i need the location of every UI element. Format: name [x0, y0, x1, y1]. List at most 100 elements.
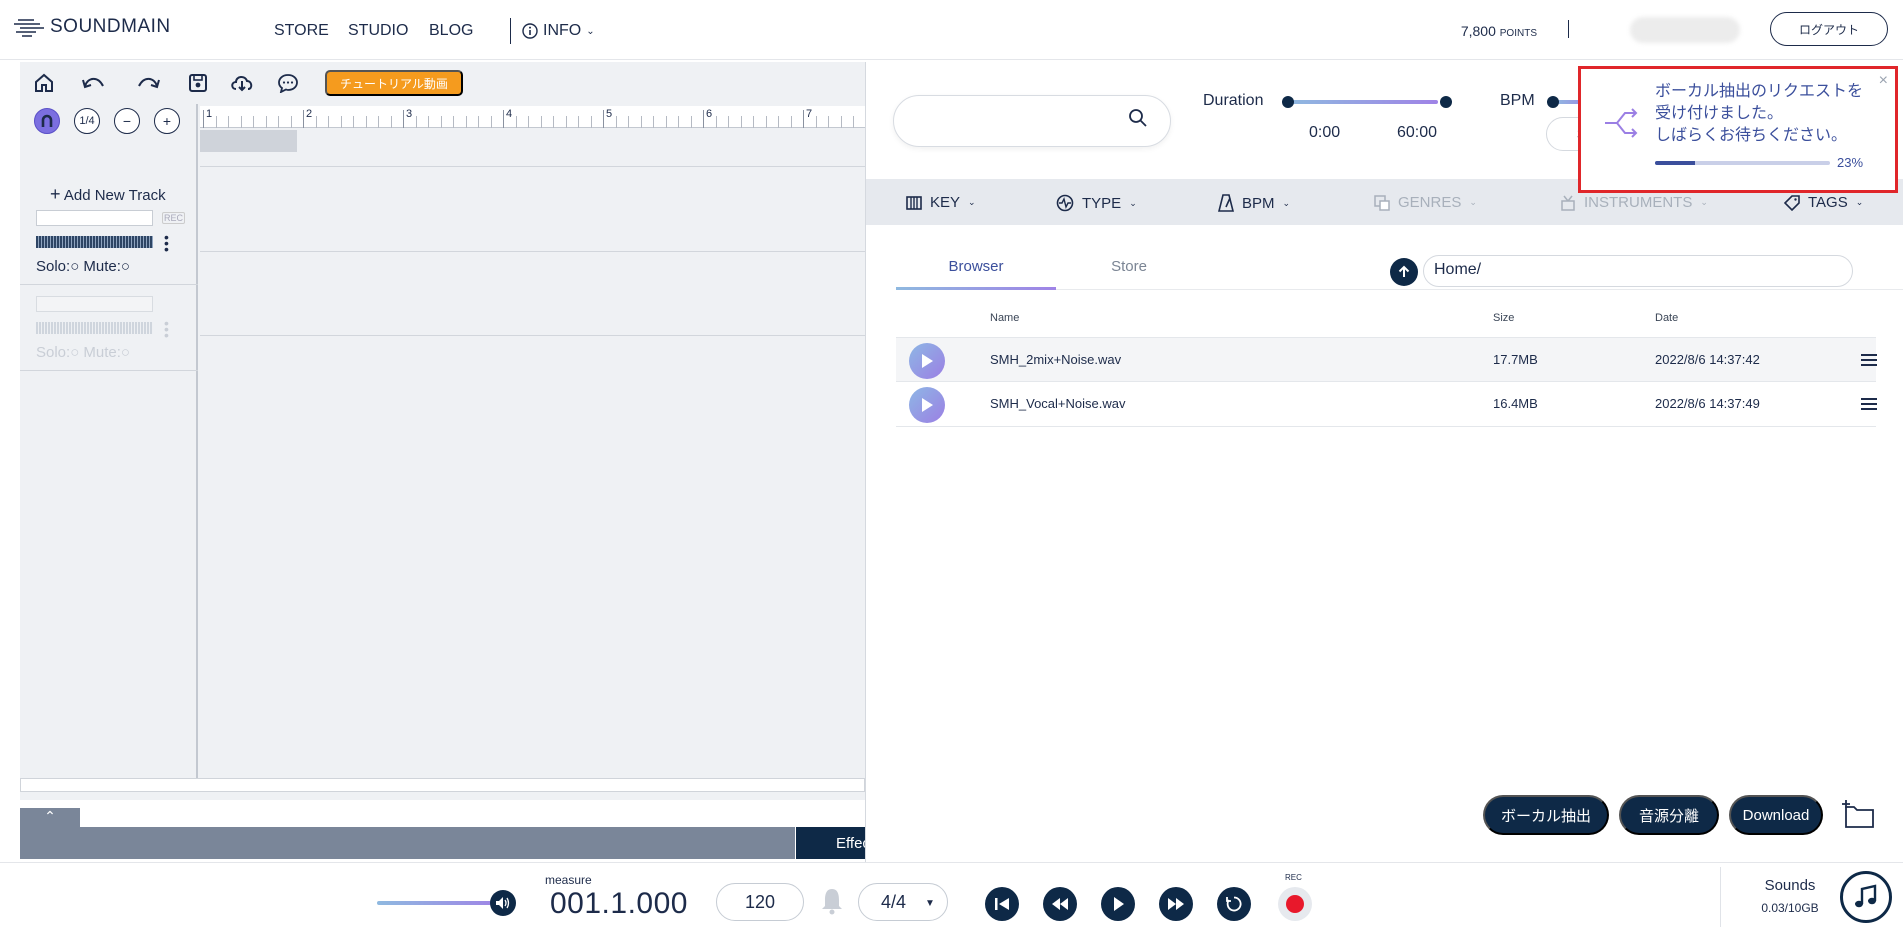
filter-tags[interactable]: TAGS ⌄	[1784, 194, 1863, 211]
tempo-input[interactable]: 120	[716, 883, 804, 921]
home-icon[interactable]	[30, 70, 58, 96]
new-folder-icon[interactable]	[1840, 799, 1876, 829]
speaker-icon	[496, 897, 510, 909]
track-name-field[interactable]	[36, 296, 153, 312]
ruler-sub-tick	[765, 116, 767, 128]
nav-info-dropdown[interactable]: INFO ⌄	[522, 22, 595, 40]
ruler-sub-tick	[690, 116, 692, 128]
row-menu-icon[interactable]	[1861, 398, 1877, 413]
chevron-down-icon: ⌄	[1700, 197, 1708, 207]
path-field[interactable]: Home/	[1423, 255, 1853, 287]
metronome-bell-icon[interactable]	[820, 887, 844, 915]
download-button[interactable]: Download	[1729, 795, 1823, 835]
file-row[interactable]: SMH_2mix+Noise.wav 17.7MB 2022/8/6 14:37…	[896, 337, 1877, 382]
ruler-sub-tick	[728, 116, 729, 128]
timeline-ruler[interactable]: 1 2 3 4 5 6 7	[200, 106, 865, 128]
skip-start-button[interactable]	[985, 887, 1019, 921]
filter-instruments[interactable]: INSTRUMENTS ⌄	[1560, 194, 1708, 211]
vocal-extract-button[interactable]: ボーカル抽出	[1483, 795, 1609, 835]
tab-browser[interactable]: Browser	[896, 258, 1056, 275]
record-button[interactable]	[1278, 887, 1312, 921]
filter-key[interactable]: KEY ⌄	[906, 194, 976, 211]
play-icon	[922, 354, 933, 368]
bpm-label: BPM	[1500, 92, 1535, 109]
search-icon[interactable]	[1128, 108, 1148, 128]
loop-button[interactable]	[1217, 887, 1251, 921]
track-2-lane[interactable]	[200, 252, 865, 336]
row-menu-icon[interactable]	[1861, 354, 1877, 369]
track-header-panel: 1/4 − + + Add New Track REC • • • Solo:○ M…	[20, 104, 198, 779]
undo-icon[interactable]	[80, 70, 108, 96]
volume-handle[interactable]	[490, 890, 516, 916]
nav-store-link[interactable]: STORE	[274, 22, 329, 40]
filter-instruments-label: INSTRUMENTS	[1584, 194, 1693, 211]
bpm-min-handle[interactable]	[1547, 96, 1559, 108]
ruler-bar-number: 1	[206, 108, 213, 120]
time-signature-select[interactable]: 4/4 ▼	[858, 883, 948, 921]
soundmain-logo[interactable]: SOUNDMAIN	[14, 16, 171, 38]
track-1-lane[interactable]	[200, 166, 865, 252]
track-volume-meter[interactable]	[36, 322, 153, 334]
filter-type[interactable]: TYPE ⌄	[1056, 194, 1137, 212]
more-vert-icon[interactable]: • • •	[164, 316, 169, 342]
filter-bpm[interactable]: BPM ⌄	[1218, 194, 1290, 212]
solo-mute-controls[interactable]: Solo:○ Mute:○	[36, 258, 130, 275]
folder-up-button[interactable]	[1390, 258, 1418, 286]
duration-max-handle[interactable]	[1440, 96, 1452, 108]
col-name-header[interactable]: Name	[990, 312, 1019, 324]
play-preview-button[interactable]	[909, 343, 945, 379]
play-preview-button[interactable]	[909, 387, 945, 423]
duration-min-handle[interactable]	[1282, 96, 1294, 108]
solo-mute-controls[interactable]: Solo:○ Mute:○	[36, 344, 130, 361]
nav-studio-link[interactable]: STUDIO	[348, 22, 408, 40]
notification-line-1: ボーカル抽出のリクエストを	[1655, 83, 1864, 100]
duration-slider-track[interactable]	[1288, 100, 1438, 104]
col-size-header[interactable]: Size	[1493, 312, 1514, 324]
play-icon	[922, 398, 933, 412]
logout-button[interactable]: ログアウト	[1770, 12, 1888, 46]
save-icon[interactable]	[184, 70, 212, 96]
track-1-header[interactable]: REC • • • Solo:○ Mute:○	[20, 200, 198, 285]
zoom-out-button[interactable]: −	[114, 108, 140, 134]
rec-label: REC	[1285, 873, 1302, 882]
more-vert-icon[interactable]: • • •	[164, 230, 169, 256]
filter-bpm-label: BPM	[1242, 194, 1275, 212]
user-name-blurred[interactable]	[1630, 17, 1740, 43]
tab-store[interactable]: Store	[1064, 258, 1194, 275]
track-2-header[interactable]: • • • Solo:○ Mute:○	[20, 286, 198, 371]
nav-blog-link[interactable]: BLOG	[429, 22, 473, 40]
col-date-header[interactable]: Date	[1655, 312, 1678, 324]
track-volume-meter[interactable]	[36, 236, 153, 248]
comment-icon[interactable]	[274, 70, 302, 96]
zoom-in-button[interactable]: +	[154, 108, 180, 134]
loop-region[interactable]	[200, 130, 297, 152]
redo-icon[interactable]	[134, 70, 162, 96]
play-button[interactable]	[1101, 887, 1135, 921]
cloud-download-icon[interactable]	[228, 70, 256, 96]
close-icon[interactable]: ×	[1879, 72, 1888, 90]
file-row[interactable]: SMH_Vocal+Noise.wav 16.4MB 2022/8/6 14:3…	[896, 382, 1877, 427]
grid-quarter-button[interactable]: 1/4	[74, 108, 100, 134]
chevron-down-icon: ⌄	[1282, 197, 1291, 208]
bottom-panel-toggle[interactable]: ⌃	[20, 808, 80, 828]
tag-icon	[1784, 194, 1800, 211]
rec-arm-tag[interactable]: REC	[162, 212, 186, 224]
fast-forward-button[interactable]	[1159, 887, 1193, 921]
ruler-bar-number: 6	[706, 108, 713, 120]
brand-name: SOUNDMAIN	[50, 16, 171, 37]
ruler-sub-tick	[778, 116, 779, 128]
filter-genres-label: GENRES	[1398, 194, 1462, 211]
source-separation-button[interactable]: 音源分離	[1619, 795, 1719, 835]
magnet-snap-icon[interactable]	[34, 108, 60, 134]
track-name-field[interactable]	[36, 210, 153, 226]
ruler-bar-number: 3	[406, 108, 413, 120]
rewind-button[interactable]	[1043, 887, 1077, 921]
ruler-sub-tick	[753, 116, 754, 128]
sound-library-button[interactable]	[1840, 871, 1892, 923]
master-volume-slider[interactable]	[377, 901, 502, 905]
tutorial-video-button[interactable]: チュートリアル動画	[325, 70, 463, 96]
filter-genres[interactable]: GENRES ⌄	[1374, 194, 1477, 211]
ruler-sub-tick	[428, 116, 429, 128]
horizontal-scrollbar[interactable]	[20, 778, 865, 792]
effects-tab[interactable]: Effects	[796, 827, 865, 859]
